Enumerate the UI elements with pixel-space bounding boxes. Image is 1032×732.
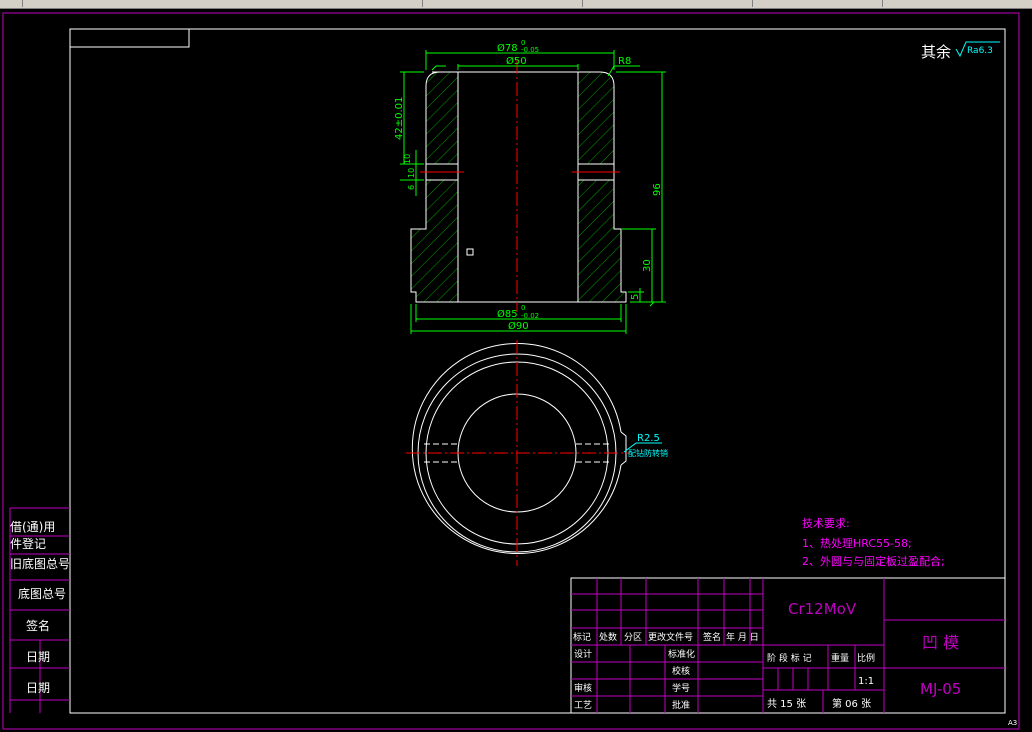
anti-rotation-notch xyxy=(620,431,627,466)
reversed-drawing-number-box xyxy=(69,28,190,48)
sheets-total: 共 15 张 xyxy=(767,698,806,710)
role-proofread: 校核 xyxy=(672,665,690,677)
surface-finish-note: 其余 Ra6.3 xyxy=(921,41,1000,61)
svg-text:0: 0 xyxy=(521,304,525,312)
svg-text:96: 96 xyxy=(652,183,663,196)
svg-text:Ø85: Ø85 xyxy=(497,308,518,320)
svg-text:-0.05: -0.05 xyxy=(521,46,539,54)
pin-note: 配钻防转销 xyxy=(628,448,668,458)
svg-text:-0.02: -0.02 xyxy=(521,312,539,320)
strip-label-date-2: 日期 xyxy=(26,681,50,695)
cad-drawing-canvas[interactable]: 其余 Ra6.3 Ø78 0 -0.05 Ø50 R8 42±0.01 6 10… xyxy=(0,0,1032,732)
tech-req-item-2: 2、外圆与与固定板过盈配合; xyxy=(802,554,945,568)
svg-text:6: 6 xyxy=(407,185,416,190)
svg-text:R8: R8 xyxy=(618,56,631,67)
svg-text:Ø90: Ø90 xyxy=(508,320,529,332)
header-sign: 签名 xyxy=(703,631,721,643)
header-count: 处数 xyxy=(599,631,617,643)
title-block: 标记 处数 分区 更改文件号 签名 年 月 日 设计 标准化 校核 审核 学号 … xyxy=(570,577,1006,714)
svg-text:10: 10 xyxy=(407,168,416,178)
strip-label-base: 底图总号 xyxy=(18,586,66,601)
stage-label: 阶 段 标 记 xyxy=(767,652,812,664)
header-zone: 分区 xyxy=(624,632,642,643)
svg-text:10: 10 xyxy=(403,154,412,164)
part-name: 凹 模 xyxy=(922,633,959,652)
front-section-view xyxy=(410,60,627,312)
role-design: 设计 xyxy=(574,648,592,660)
scale-label: 比例 xyxy=(857,652,875,664)
role-standard: 标准化 xyxy=(668,648,695,660)
sheet-border xyxy=(2,12,1020,730)
header-mark: 标记 xyxy=(573,631,591,643)
strip-label-sign: 签名 xyxy=(26,618,50,633)
role-approve: 批准 xyxy=(672,699,690,711)
roughness-value: Ra6.3 xyxy=(967,46,993,56)
header-change-doc: 更改文件号 xyxy=(648,631,693,643)
strip-label-borrow: 借(通)用 xyxy=(10,520,55,534)
svg-text:42±0.01: 42±0.01 xyxy=(394,97,405,140)
svg-text:Ø50: Ø50 xyxy=(506,55,527,67)
scale-value: 1:1 xyxy=(858,676,874,687)
sheet-number: 第 06 张 xyxy=(832,697,871,710)
strip-label-old-base: 旧底图总号 xyxy=(10,556,70,571)
role-craft: 学号 xyxy=(672,682,690,694)
sheet-size-label: A3 xyxy=(1008,719,1017,727)
surface-finish-label: 其余 xyxy=(921,43,951,61)
top-view: R2.5 配钻防转销 xyxy=(406,340,668,566)
material-name: Cr12MoV xyxy=(788,600,857,618)
svg-text:5: 5 xyxy=(630,294,641,300)
drawing-frame xyxy=(69,28,1006,714)
weight-label: 重量 xyxy=(831,652,849,664)
technical-requirements: 技术要求: 1、热处理HRC55-58; 2、外圆与与固定板过盈配合; xyxy=(802,517,945,568)
role-check: 审核 xyxy=(574,682,592,694)
strip-label-date-1: 日期 xyxy=(26,650,50,664)
svg-text:30: 30 xyxy=(642,259,653,272)
left-record-strip: 借(通)用 件登记 旧底图总号 底图总号 签名 日期 日期 xyxy=(9,507,70,713)
radius-label: R2.5 xyxy=(637,433,660,444)
drawing-number: MJ-05 xyxy=(920,680,961,698)
left-wall-section xyxy=(410,71,459,303)
role-process: 工艺 xyxy=(574,700,592,711)
tech-req-title: 技术要求: xyxy=(802,517,850,530)
svg-text:Ø78: Ø78 xyxy=(497,42,518,54)
strip-label-register: 件登记 xyxy=(10,536,46,551)
cursor-pickbox xyxy=(466,248,474,256)
tech-req-item-1: 1、热处理HRC55-58; xyxy=(802,537,912,550)
header-date: 年 月 日 xyxy=(726,631,759,643)
right-wall-section xyxy=(577,71,627,303)
